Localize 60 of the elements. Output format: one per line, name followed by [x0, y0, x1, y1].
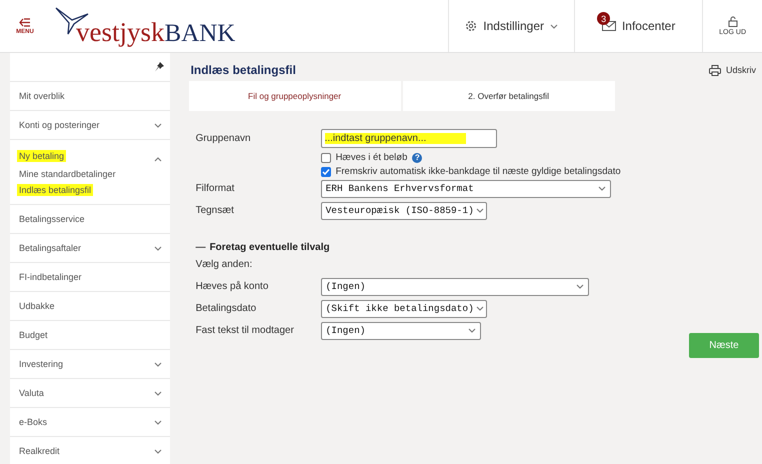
dropdown[interactable]: Vesteuropæisk (ISO-8859-1) — [320, 202, 487, 220]
dropdown[interactable]: (Skift ikke betalingsdato) — [320, 300, 487, 318]
sidebar-subitem[interactable]: Indlæs betalingsfil — [10, 182, 170, 198]
collapse-toggle[interactable]: — — [196, 242, 206, 253]
sidebar-subitem[interactable]: Mine standardbetalinger — [10, 166, 170, 182]
chevron-icon — [154, 448, 162, 454]
sidebar-item[interactable]: Ny betaling — [10, 140, 170, 162]
sidebar-item[interactable]: Investering — [10, 350, 170, 378]
field-label: Gruppenavn — [196, 133, 252, 144]
chevron-icon — [550, 24, 558, 28]
page-title: Indlæs betalingsfil — [190, 63, 296, 77]
chevron-icon — [476, 208, 484, 213]
dropdown[interactable]: (Ingen) — [320, 278, 589, 296]
chevron-icon — [154, 362, 162, 366]
section-title: Foretag eventuelle tilvalg — [210, 242, 330, 253]
bank-logo[interactable]: vestjyskBANK — [54, 6, 236, 46]
infocenter-button[interactable]: 3 Infocenter — [574, 0, 702, 52]
chevron-icon — [154, 157, 162, 162]
field-label: Filformat — [196, 183, 236, 194]
step-tab[interactable]: Fil og gruppeoplysninger — [188, 81, 401, 111]
sidebar-item[interactable]: Valuta — [10, 379, 170, 407]
sidebar-item[interactable]: Mit overblik — [10, 82, 170, 110]
notification-badge: 3 — [597, 12, 610, 25]
chevron-icon — [476, 306, 484, 311]
group-name-field[interactable]: ...indtast gruppenavn... — [320, 129, 497, 148]
sidebar-item[interactable]: Udbakke — [10, 292, 170, 320]
settings-icon — [465, 20, 478, 32]
checkbox[interactable] — [320, 152, 331, 162]
chevron-icon — [154, 420, 162, 424]
dropdown[interactable]: (Ingen) — [320, 322, 481, 340]
help-icon[interactable]: ? — [412, 152, 422, 162]
lock-icon — [728, 16, 738, 27]
sidebar-item[interactable]: Budget — [10, 321, 170, 349]
field-label: Betalingsdato — [196, 303, 258, 314]
field-label: Tegnsæt — [196, 205, 235, 216]
chevron-icon — [468, 328, 476, 333]
sidebar-item[interactable]: Betalingsaftaler — [10, 234, 170, 262]
chevron-icon — [576, 284, 584, 289]
chevron-icon — [598, 186, 606, 191]
checkbox-label: Hæves i ét beløb — [336, 152, 408, 163]
sidebar-item[interactable]: e-Boks — [10, 408, 170, 436]
section-subtitle: Vælg anden: — [196, 259, 254, 270]
printer-icon — [708, 64, 721, 76]
checkbox-label: Fremskriv automatisk ikke-bankdage til næste gyldige betalingsdato — [336, 166, 621, 177]
chevron-icon — [154, 122, 162, 128]
chevron-icon — [154, 390, 162, 396]
field-label: Fast tekst til modtager — [196, 325, 295, 336]
sidebar-item[interactable]: FI-indbetalinger — [10, 263, 170, 291]
sidebar-item[interactable]: Realkredit — [10, 437, 170, 464]
pin-icon[interactable] — [154, 62, 164, 72]
checkbox[interactable] — [320, 166, 331, 176]
settings-menu[interactable]: Indstillinger — [448, 0, 574, 52]
chevron-icon — [154, 246, 162, 250]
field-label: Hæves på konto — [196, 281, 270, 292]
print-button[interactable]: Udskriv — [708, 64, 756, 76]
step-tab[interactable]: 2. Overfør betalingsfil — [402, 81, 615, 111]
sidebar-item[interactable]: Betalingsservice — [10, 205, 170, 233]
sidebar-item[interactable]: Konti og posteringer — [10, 111, 170, 139]
menu-icon — [19, 18, 31, 26]
dropdown[interactable]: ERH Bankens Erhvervsformat — [320, 180, 611, 198]
